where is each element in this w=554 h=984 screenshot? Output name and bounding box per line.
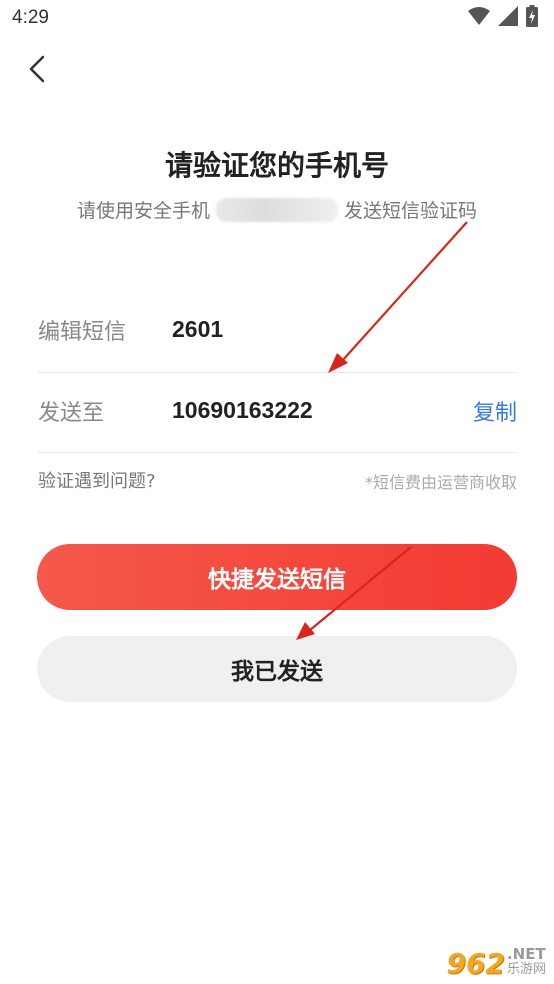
watermark-cn: 乐游网 (506, 962, 546, 978)
sms-message-row: 编辑短信 2601 (38, 292, 517, 373)
cellular-signal-icon (498, 6, 518, 30)
status-icons (468, 5, 538, 31)
page-title: 请验证您的手机号 (164, 149, 389, 182)
back-button[interactable] (18, 52, 56, 90)
copy-button[interactable]: 复制 (473, 395, 517, 427)
sms-message-label: 编辑短信 (38, 320, 127, 345)
subtitle-prefix: 请使用安全手机 (76, 200, 210, 222)
page-subtitle: 请使用安全手机 发送短信验证码 (0, 196, 554, 223)
subtitle-suffix: 发送短信验证码 (344, 200, 478, 222)
send-to-number: 10690163222 (172, 397, 313, 423)
sms-message-value: 2601 (172, 316, 224, 342)
send-to-label: 发送至 (38, 401, 105, 426)
chevron-left-icon (27, 54, 47, 88)
status-time: 4:29 (12, 7, 49, 28)
already-sent-button[interactable]: 我已发送 (37, 636, 517, 702)
verification-problem-link[interactable]: 验证遇到问题? (38, 467, 156, 493)
watermark-logo: 962 (446, 947, 505, 980)
battery-charging-icon (526, 5, 538, 31)
watermark-net: .NET (506, 945, 546, 964)
sms-fee-note: *短信费由运营商收取 (364, 473, 517, 492)
wifi-icon (468, 6, 490, 30)
quick-send-sms-button[interactable]: 快捷发送短信 (37, 544, 517, 610)
site-watermark: 962 .NET 乐游网 (447, 947, 546, 978)
send-to-row: 发送至 10690163222 复制 (38, 372, 517, 453)
masked-phone-number (216, 198, 338, 222)
status-bar: 4:29 (0, 0, 554, 38)
